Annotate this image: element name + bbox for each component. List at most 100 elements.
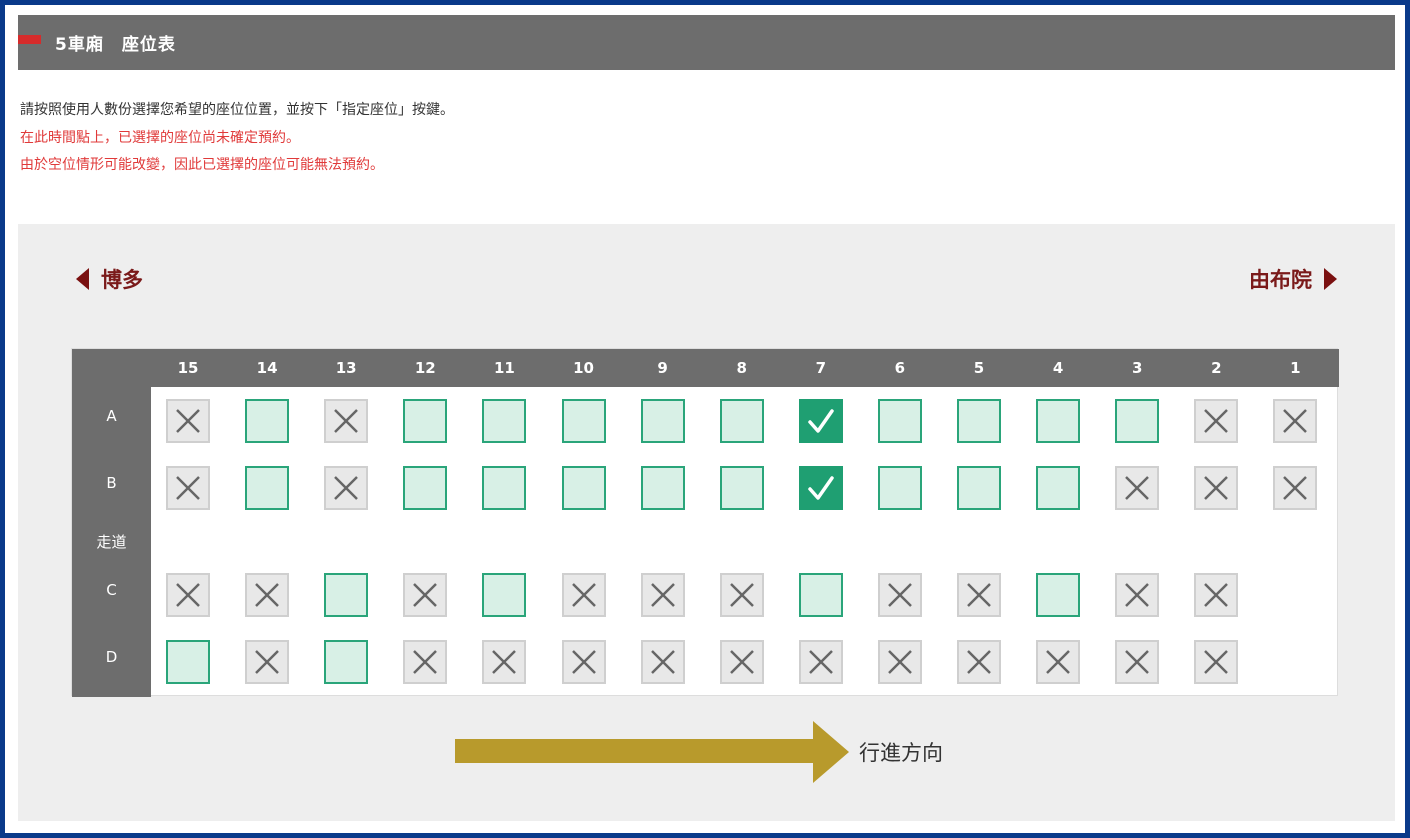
row-label-c: C <box>106 581 117 599</box>
close-icon <box>413 583 438 607</box>
close-icon <box>729 650 754 674</box>
seat-a11[interactable] <box>482 399 527 443</box>
column-number: 2 <box>1211 359 1222 377</box>
seat-d12 <box>403 640 448 684</box>
seat-b2 <box>1194 466 1239 510</box>
seat-a3[interactable] <box>1115 399 1160 443</box>
close-icon <box>967 650 991 674</box>
caret-left-icon <box>76 268 89 290</box>
seat-b12[interactable] <box>403 466 448 510</box>
instructions: 請按照使用人數份選擇您希望的座位位置，並按下「指定座位」按鍵。 在此時間點上，已… <box>20 97 454 180</box>
seat-d6 <box>877 640 922 684</box>
close-icon <box>176 476 200 500</box>
close-icon <box>1204 650 1229 674</box>
seat-a5[interactable] <box>957 399 1001 443</box>
direction-left-label: 博多 <box>101 268 143 292</box>
close-icon <box>1283 476 1308 500</box>
seat-b7[interactable] <box>798 466 843 510</box>
column-number: 4 <box>1052 359 1064 377</box>
close-icon <box>413 650 438 674</box>
column-number: 7 <box>815 359 827 377</box>
close-icon <box>888 650 912 674</box>
seat-grid: 15 14 13 12 11 10 9 8 7 6 5 4 3 2 1 A B C D 走道 <box>71 348 1339 697</box>
seat-a13 <box>324 399 369 443</box>
column-number: 1 <box>1290 359 1301 377</box>
close-icon <box>571 583 596 607</box>
seat-d10 <box>561 640 606 684</box>
close-icon <box>334 476 359 500</box>
close-icon <box>492 650 517 674</box>
column-number: 8 <box>736 359 747 377</box>
instruction-text: 請按照使用人數份選擇您希望的座位位置，並按下「指定座位」按鍵。 <box>20 102 454 118</box>
seat-d15[interactable] <box>166 640 210 684</box>
close-icon <box>1204 583 1229 607</box>
page-header: 5車廂 座位表 <box>18 15 1395 70</box>
header-marker <box>18 35 41 44</box>
close-icon <box>650 650 675 674</box>
caret-right-icon <box>1324 268 1337 290</box>
warning-text-1: 在此時間點上，已選擇的座位尚未確定預約。 <box>20 129 300 146</box>
seat-b6[interactable] <box>877 466 922 510</box>
seat-d9 <box>640 640 685 684</box>
seat-a14[interactable] <box>245 399 290 443</box>
seat-a1 <box>1273 399 1318 443</box>
seat-b1 <box>1273 466 1318 510</box>
check-icon <box>808 476 834 500</box>
row-label-a: A <box>106 407 117 425</box>
column-number: 13 <box>335 359 357 377</box>
seat-d11 <box>482 640 527 684</box>
close-icon <box>1204 409 1229 433</box>
seat-c13[interactable] <box>324 573 369 617</box>
column-number: 3 <box>1131 359 1143 377</box>
arrow-shaft <box>455 739 817 763</box>
seat-c15 <box>166 573 210 617</box>
column-number: 9 <box>657 359 668 377</box>
seat-c7[interactable] <box>798 573 843 617</box>
seat-b8[interactable] <box>719 466 764 510</box>
column-number: 12 <box>414 359 436 377</box>
column-number: 5 <box>973 359 985 377</box>
seat-d2 <box>1194 640 1239 684</box>
seat-b4[interactable] <box>1036 466 1081 510</box>
seat-a12[interactable] <box>403 399 448 443</box>
close-icon <box>176 583 200 607</box>
column-number: 14 <box>256 359 278 377</box>
direction-right: 由布院 <box>1249 264 1337 294</box>
seat-d13[interactable] <box>324 640 369 684</box>
seat-a8[interactable] <box>719 399 764 443</box>
seat-b10[interactable] <box>561 466 606 510</box>
seat-c6 <box>877 573 922 617</box>
close-icon <box>255 583 279 607</box>
seat-a10[interactable] <box>561 399 606 443</box>
seat-b5[interactable] <box>957 466 1001 510</box>
seat-c11[interactable] <box>482 573 527 617</box>
close-icon <box>1125 476 1150 500</box>
seat-d4 <box>1036 640 1081 684</box>
seat-a7[interactable] <box>798 399 843 443</box>
seat-a9[interactable] <box>640 399 685 443</box>
seat-d8 <box>719 640 764 684</box>
page-frame: 5車廂 座位表 請按照使用人數份選擇您希望的座位位置，並按下「指定座位」按鍵。 … <box>5 5 1405 833</box>
close-icon <box>650 583 675 607</box>
aisle-label: 走道 <box>96 533 127 551</box>
seat-b14[interactable] <box>245 466 290 510</box>
seat-b11[interactable] <box>482 466 527 510</box>
arrow-right-icon <box>813 721 849 783</box>
seat-c3 <box>1115 573 1160 617</box>
close-icon <box>1283 409 1308 433</box>
seat-c10 <box>561 573 606 617</box>
seat-b9[interactable] <box>640 466 685 510</box>
seat-a6[interactable] <box>877 399 922 443</box>
close-icon <box>1204 476 1229 500</box>
check-icon <box>808 409 834 433</box>
seat-c14 <box>245 573 290 617</box>
seat-c4[interactable] <box>1036 573 1081 617</box>
row-label-b: B <box>106 474 117 492</box>
close-icon <box>1125 583 1150 607</box>
warning-text-2: 由於空位情形可能改變，因此已選擇的座位可能無法預約。 <box>20 157 384 173</box>
close-icon <box>888 583 912 607</box>
close-icon <box>176 409 200 433</box>
close-icon <box>808 650 833 674</box>
seat-a4[interactable] <box>1036 399 1081 443</box>
column-number: 10 <box>573 359 594 377</box>
